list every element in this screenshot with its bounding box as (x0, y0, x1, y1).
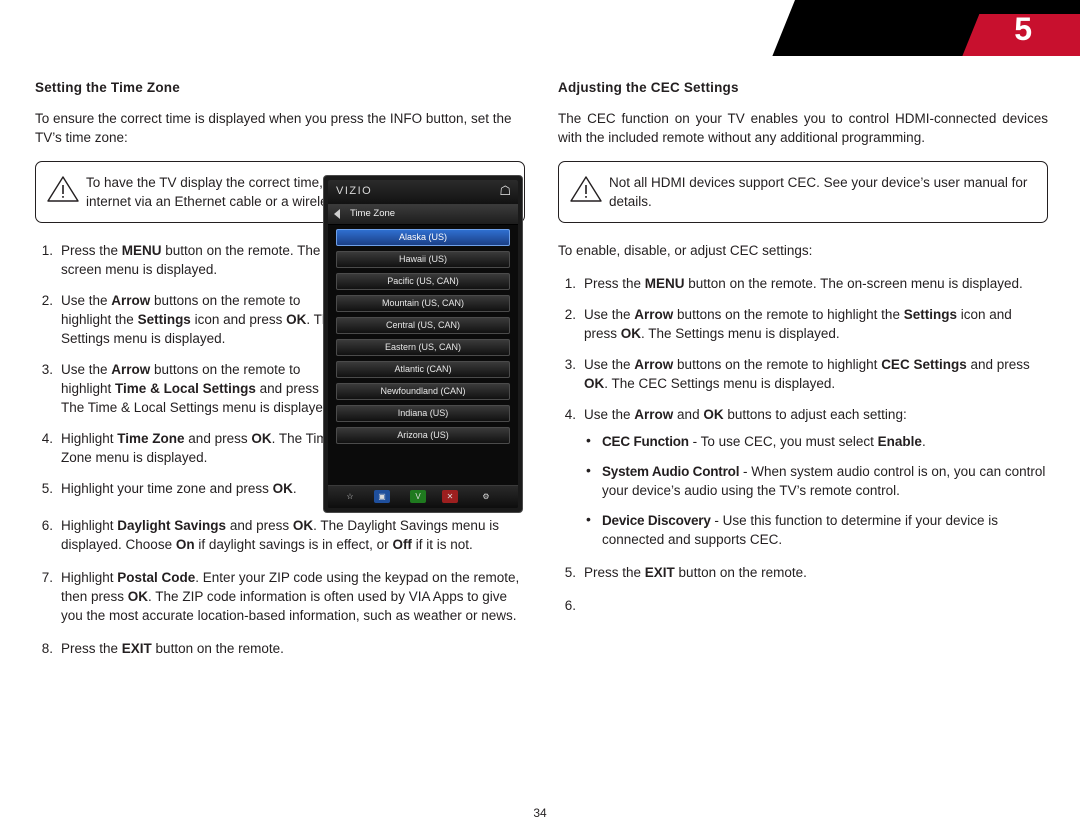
bullet-dot-icon: • (586, 511, 591, 527)
step-number: 1. (41, 243, 53, 258)
right-column: Adjusting the CEC Settings The CEC funct… (558, 80, 1048, 613)
step-number: 1. (564, 276, 576, 291)
bullet-text: Device Discovery - Use this function to … (602, 513, 999, 547)
close-icon[interactable]: ✕ (442, 490, 458, 503)
right-lead-text: To enable, disable, or adjust CEC settin… (558, 243, 813, 258)
step-text: Highlight your time zone and press OK. (61, 481, 297, 496)
right-section-title: Adjusting the CEC Settings (558, 80, 739, 95)
step-text: Highlight Postal Code. Enter your ZIP co… (61, 570, 520, 623)
step-number: 2. (41, 293, 53, 308)
left-steps-list-cont: 6. Highlight Daylight Savings and press O… (35, 516, 525, 658)
page-number: 34 (533, 806, 547, 820)
tv-menu-item-5[interactable]: Eastern (US, CAN) (336, 339, 510, 356)
list-item: 1. Press the MENU button on the remote. T… (35, 241, 349, 279)
step-number: 3. (564, 357, 576, 372)
step-number: 5. (564, 565, 576, 580)
page-header-band: 5 (0, 0, 1080, 56)
back-arrow-icon[interactable] (334, 209, 340, 219)
list-item: 3. Use the Arrow buttons on the remote to… (35, 360, 349, 417)
list-item: 4. Use the Arrow and OK buttons to adjus… (558, 405, 1048, 549)
step-text: Use the Arrow buttons on the remote to h… (584, 357, 1030, 391)
step-text: Press the EXIT button on the remote. (584, 565, 807, 580)
right-note-box: Not all HDMI devices support CEC. See yo… (558, 161, 1048, 223)
chapter-number: 5 (1014, 11, 1032, 47)
left-intro-text: To ensure the correct time is displayed … (35, 111, 512, 145)
step-number: 6. (41, 518, 53, 533)
header-black-strip (818, 0, 1080, 14)
tv-screen-inner: VIZIO ☖ Time Zone Alaska (US) Hawaii (US… (328, 180, 518, 508)
v-badge-icon[interactable]: V (410, 490, 426, 503)
step-number: 6. (564, 598, 576, 613)
step-number: 7. (41, 570, 53, 585)
tv-menu-item-8[interactable]: Indiana (US) (336, 405, 510, 422)
tv-menu-item-3[interactable]: Mountain (US, CAN) (336, 295, 510, 312)
list-item: 4. Highlight Time Zone and press OK. The … (35, 429, 349, 467)
cec-settings-bullets: • CEC Function - To use CEC, you must sel… (584, 432, 1048, 549)
list-item: 3. Use the Arrow buttons on the remote to… (558, 355, 1048, 393)
bullet-text: CEC Function - To use CEC, you must sele… (602, 434, 926, 449)
bullet-text: System Audio Control - When system audio… (602, 464, 1046, 498)
list-item: 1. Press the MENU button on the remote. T… (558, 274, 1048, 293)
tv-menu-item-6[interactable]: Atlantic (CAN) (336, 361, 510, 378)
step-number: 4. (41, 431, 53, 446)
right-note-text: Not all HDMI devices support CEC. See yo… (609, 175, 1028, 209)
step-number: 2. (564, 307, 576, 322)
step-text: Highlight Daylight Savings and press OK.… (61, 518, 499, 552)
tv-menu-title: Time Zone (350, 208, 396, 219)
list-item: 7. Highlight Postal Code. Enter your ZIP … (35, 568, 525, 625)
gear-icon[interactable]: ⚙ (478, 490, 494, 503)
step-text: Use the Arrow buttons on the remote to h… (61, 293, 337, 346)
list-item: 2. Use the Arrow buttons on the remote to… (35, 291, 349, 348)
right-intro-text: The CEC function on your TV enables you … (558, 111, 1048, 145)
tv-menu-item-0[interactable]: Alaska (US) (336, 229, 510, 246)
list-item: 5. Highlight your time zone and press OK. (35, 479, 349, 498)
vizio-logo: VIZIO (336, 185, 373, 197)
tv-menu-item-7[interactable]: Newfoundland (CAN) (336, 383, 510, 400)
warning-icon (46, 173, 80, 208)
list-item: • CEC Function - To use CEC, you must sel… (584, 432, 1048, 451)
tv-menu-item-4[interactable]: Central (US, CAN) (336, 317, 510, 334)
step-text: Press the MENU button on the remote. The… (61, 243, 344, 277)
step-number: 8. (41, 641, 53, 656)
left-section-title: Setting the Time Zone (35, 80, 180, 95)
step-text: Press the MENU button on the remote. The… (584, 276, 1023, 291)
step-text: Use the Arrow buttons on the remote to h… (584, 307, 1012, 341)
list-item: 8. Press the EXIT button on the remote. (35, 639, 525, 658)
star-icon[interactable]: ☆ (342, 490, 358, 503)
bullet-dot-icon: • (586, 462, 591, 478)
step-text: Use the Arrow and OK buttons to adjust e… (584, 407, 907, 422)
step-text: Highlight Time Zone and press OK. The Ti… (61, 431, 336, 465)
bullet-dot-icon: • (586, 432, 591, 448)
tv-menu-titlebar: Time Zone (328, 205, 518, 225)
tv-menu-item-2[interactable]: Pacific (US, CAN) (336, 273, 510, 290)
list-item: • Device Discovery - Use this function to… (584, 511, 1048, 549)
home-icon[interactable]: ☖ (499, 184, 511, 198)
tv-icon[interactable]: ▣ (374, 490, 390, 503)
warning-icon (569, 173, 603, 208)
tv-bottom-bar: ☆ ▣ V ✕ ⚙ (328, 485, 518, 508)
step-number: 3. (41, 362, 53, 377)
tv-menu-item-9[interactable]: Arizona (US) (336, 427, 510, 444)
step-text: Press the EXIT button on the remote. (61, 641, 284, 656)
step-number: 4. (564, 407, 576, 422)
list-item: 2. Use the Arrow buttons on the remote to… (558, 305, 1048, 343)
tv-menu-item-1[interactable]: Hawaii (US) (336, 251, 510, 268)
right-steps-list: 1. Press the MENU button on the remote. T… (558, 274, 1048, 613)
tv-screen-illustration: VIZIO ☖ Time Zone Alaska (US) Hawaii (US… (323, 175, 523, 513)
step-number: 5. (41, 481, 53, 496)
list-item: 6. Highlight Daylight Savings and press O… (35, 516, 525, 554)
tv-menu-list: Alaska (US) Hawaii (US) Pacific (US, CAN… (328, 225, 518, 444)
step-text: Use the Arrow buttons on the remote to h… (61, 362, 347, 415)
tv-top-bar: VIZIO ☖ (328, 180, 518, 205)
list-item: • System Audio Control - When system audi… (584, 462, 1048, 500)
list-item: 5. Press the EXIT button on the remote. (558, 563, 1048, 582)
